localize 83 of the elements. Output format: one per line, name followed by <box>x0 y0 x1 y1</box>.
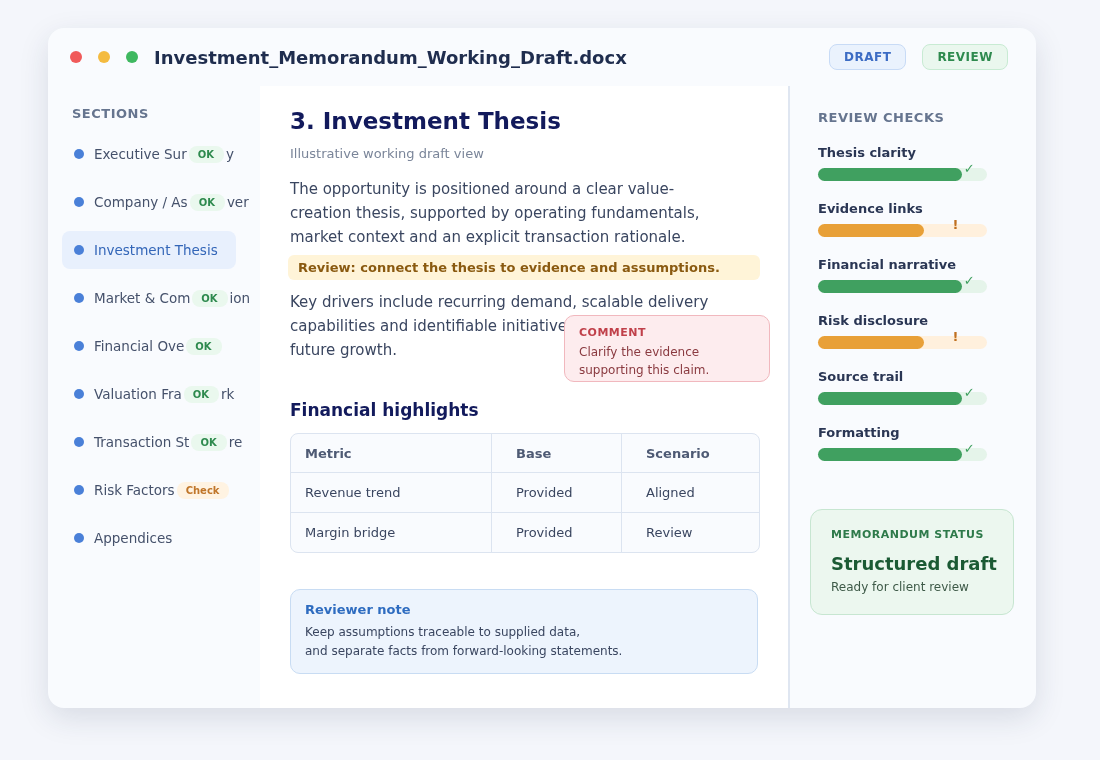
status-badge: Check <box>176 481 230 499</box>
status-badge: OK <box>183 385 220 403</box>
section-item[interactable]: Executive Sur OK y <box>62 135 242 173</box>
comment-bubble[interactable]: COMMENT Clarify the evidence supporting this claim. <box>564 315 770 382</box>
review-highlight: Review: connect the thesis to evidence and assumptions. <box>288 255 760 280</box>
comment-text: Clarify the evidence supporting this claim. <box>579 344 711 379</box>
status-badge: OK <box>191 433 227 451</box>
check-label: Risk disclosure <box>818 313 930 328</box>
column-header: Base <box>491 434 621 472</box>
section-label: Valuation Fra <box>94 386 182 402</box>
table-cell: Aligned <box>621 472 759 512</box>
paragraph: The opportunity is positioned around a clear value-creation thesis, supported by operating fundamentals, market context and an explicit transaction rationale. <box>290 179 701 248</box>
section-item[interactable]: Risk Factors Check <box>62 471 240 509</box>
table-cell: Revenue trend <box>291 472 491 512</box>
status-badge: OK <box>192 289 228 307</box>
bullet-icon <box>74 245 84 255</box>
table-cell: Provided <box>491 512 621 552</box>
section-label-fragment: rk <box>221 386 235 402</box>
warning-icon: ! <box>952 330 959 344</box>
check-label: Evidence links <box>818 201 924 216</box>
section-item[interactable]: Valuation Fra OK rk <box>62 375 243 413</box>
check-label: Formatting <box>818 425 901 440</box>
table-heading: Financial highlights <box>290 400 480 420</box>
status-value: Structured draft <box>831 553 998 574</box>
check-icon: ✓ <box>963 442 975 456</box>
bullet-icon <box>74 485 84 495</box>
note-text: Keep assumptions traceable to supplied data, and separate facts from forward-looking statements. <box>305 624 624 660</box>
minimize-dot[interactable] <box>98 51 110 63</box>
bullet-icon <box>74 149 84 159</box>
check-icon: ✓ <box>963 162 975 176</box>
checks-heading: REVIEW CHECKS <box>818 110 946 125</box>
section-label: Financial Ove <box>94 338 185 354</box>
table-cell: Review <box>621 512 759 552</box>
section-label: Risk Factors <box>94 482 175 498</box>
status-tag: REVIEW <box>922 44 1008 70</box>
section-item[interactable]: Transaction St OK re <box>62 423 251 461</box>
subtitle: Illustrative working draft view <box>290 146 485 161</box>
bullet-icon <box>74 389 84 399</box>
section-label: Company / As <box>94 194 188 210</box>
section-label-fragment: ver <box>226 194 249 210</box>
status-badge: OK <box>189 193 225 211</box>
section-item[interactable]: Market & Com OK ion <box>62 279 259 317</box>
status-badge: OK <box>186 337 222 355</box>
section-label-fragment: y <box>225 146 234 162</box>
section-heading: 3. Investment Thesis <box>290 108 562 134</box>
bullet-icon <box>74 197 84 207</box>
check-label: Financial narrative <box>818 257 958 272</box>
close-dot[interactable] <box>70 51 82 63</box>
column-header: Scenario <box>621 434 759 472</box>
section-label: Executive Sur <box>94 146 187 162</box>
section-label: Transaction St <box>94 434 190 450</box>
section-item[interactable]: Financial Ove OK <box>62 327 236 365</box>
status-tag: DRAFT <box>829 44 907 70</box>
section-item[interactable]: Investment Thesis <box>62 231 236 269</box>
sidebar-heading: SECTIONS <box>71 106 150 121</box>
section-label: Investment Thesis <box>94 242 218 258</box>
section-item[interactable]: Appendices <box>62 519 236 557</box>
column-header: Metric <box>304 444 353 463</box>
bullet-icon <box>74 533 84 543</box>
comment-label: COMMENT <box>579 326 648 339</box>
paragraph-line: Key drivers include recurring demand, scalable delivery <box>290 292 709 313</box>
section-item[interactable]: Company / As OK ver <box>62 183 257 221</box>
status-note: Ready for client review <box>831 580 970 594</box>
paragraph-line: future growth. <box>290 340 397 361</box>
table-cell: Provided <box>491 472 621 512</box>
section-label: Market & Com <box>94 290 191 306</box>
check-label: Thesis clarity <box>818 145 917 160</box>
bullet-icon <box>74 437 84 447</box>
window-title: Investment_Memorandum_Working_Draft.docx <box>154 46 628 68</box>
warning-icon: ! <box>952 218 959 232</box>
note-title: Reviewer note <box>305 602 412 617</box>
status-label: MEMORANDUM STATUS <box>831 528 985 541</box>
bullet-icon <box>74 293 84 303</box>
status-badge: OK <box>188 145 224 163</box>
table-cell: Margin bridge <box>291 512 491 552</box>
bullet-icon <box>74 341 84 351</box>
check-icon: ✓ <box>963 386 975 400</box>
check-icon: ✓ <box>963 274 975 288</box>
section-label-fragment: ion <box>229 290 251 306</box>
maximize-dot[interactable] <box>126 51 138 63</box>
section-label: Appendices <box>94 530 173 546</box>
check-label: Source trail <box>818 369 905 384</box>
section-label-fragment: re <box>228 434 243 450</box>
